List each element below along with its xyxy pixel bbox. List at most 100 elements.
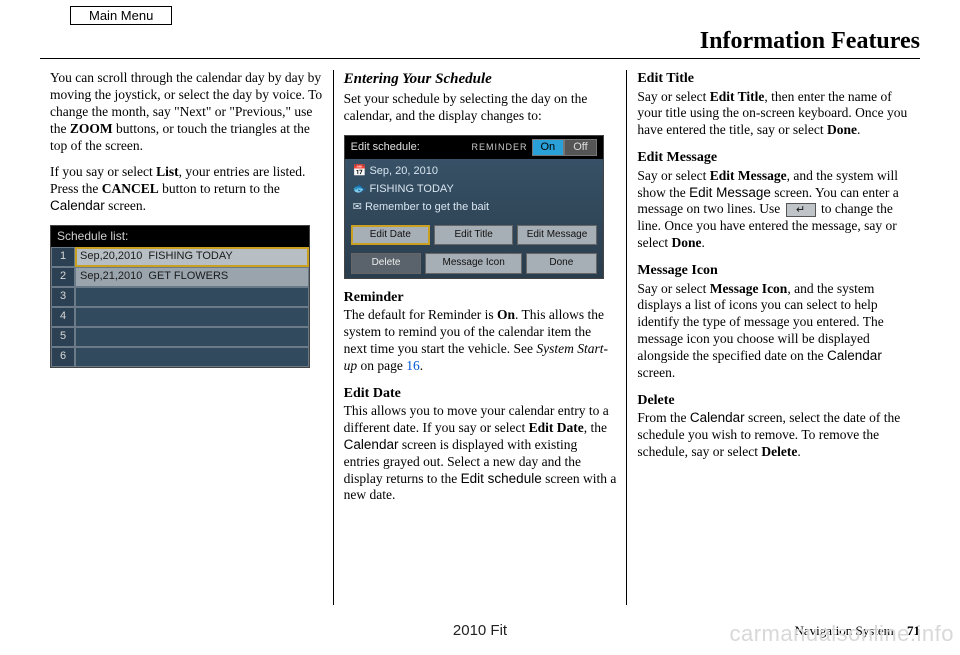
- row-num: 5: [51, 327, 75, 347]
- col2-intro: Set your schedule by selecting the day o…: [344, 91, 617, 125]
- text: on page: [357, 358, 406, 373]
- edit-date-para: This allows you to move your calendar en…: [344, 403, 617, 504]
- delete-para: From the Calendar screen, select the dat…: [637, 410, 910, 461]
- text: .: [701, 235, 704, 250]
- text-on: On: [497, 307, 515, 322]
- row-num: 2: [51, 267, 75, 287]
- delete-button: Delete: [351, 253, 422, 274]
- row-text: FISHING TODAY: [148, 250, 232, 264]
- title-rule: [40, 58, 920, 59]
- list-item: Sep,21,2010 GET FLOWERS: [75, 267, 309, 287]
- row-num: 4: [51, 307, 75, 327]
- text-calendar: Calendar: [690, 410, 745, 425]
- edit-button-row-2: Delete Message Icon Done: [345, 249, 603, 278]
- list-item: [75, 327, 309, 347]
- reminder-label: REMINDER: [471, 142, 527, 153]
- edit-message-para: Say or select Edit Message, and the syst…: [637, 168, 910, 252]
- reminder-toggle: REMINDER On Off: [471, 139, 596, 157]
- column-3: Edit Title Say or select Edit Title, the…: [626, 70, 920, 605]
- text-zoom: ZOOM: [70, 121, 113, 136]
- text: FISHING TODAY: [369, 183, 453, 195]
- text-done: Done: [671, 235, 701, 250]
- enter-key-icon: [786, 203, 816, 217]
- list-item: [75, 307, 309, 327]
- schedule-list-header: Schedule list:: [51, 226, 309, 247]
- text: .: [797, 444, 800, 459]
- message-icon-para: Say or select Message Icon, and the syst…: [637, 281, 910, 382]
- text: Remember to get the bait: [365, 201, 489, 213]
- main-menu-button[interactable]: Main Menu: [70, 6, 172, 25]
- text: From the: [637, 410, 690, 425]
- text: screen.: [637, 365, 675, 380]
- text: Sep, 20, 2010: [369, 165, 438, 177]
- sub-message-icon: Message Icon: [637, 262, 910, 280]
- footer-model: 2010 Fit: [453, 622, 507, 639]
- watermark: carmanualsonline.info: [729, 621, 954, 647]
- schedule-list-rows: Sep,20,2010 FISHING TODAY Sep,21,2010 GET …: [75, 247, 309, 367]
- reminder-para: The default for Reminder is On. This all…: [344, 307, 617, 375]
- edit-schedule-header: Edit schedule: REMINDER On Off: [345, 136, 603, 160]
- reminder-on: On: [532, 139, 565, 157]
- edit-button-row-1: Edit Date Edit Title Edit Message: [345, 221, 603, 250]
- schedule-list-screenshot: Schedule list: 1 2 3 4 5 6 Sep,20,2010 FI…: [50, 225, 310, 368]
- sub-delete: Delete: [637, 392, 910, 410]
- sub-edit-date: Edit Date: [344, 385, 617, 403]
- edit-title-para: Say or select Edit Title, then enter the…: [637, 89, 910, 140]
- reminder-off: Off: [564, 139, 596, 157]
- edit-message-button: Edit Message: [517, 225, 596, 246]
- text-list: List: [156, 164, 179, 179]
- text-message-icon: Message Icon: [710, 281, 788, 296]
- section-entering-schedule: Entering Your Schedule: [344, 70, 617, 89]
- row-text: GET FLOWERS: [148, 270, 228, 284]
- text: Say or select: [637, 89, 709, 104]
- sub-reminder: Reminder: [344, 289, 617, 307]
- text-edit-date: Edit Date: [529, 420, 584, 435]
- text: If you say or select: [50, 164, 156, 179]
- text: .: [420, 358, 423, 373]
- text-edit-title: Edit Title: [710, 89, 765, 104]
- text: .: [857, 122, 860, 137]
- text: screen.: [105, 198, 146, 213]
- edit-schedule-screenshot: Edit schedule: REMINDER On Off 📅 Sep, 20…: [344, 135, 604, 279]
- schedule-list-numbers: 1 2 3 4 5 6: [51, 247, 75, 367]
- text: , the: [584, 420, 607, 435]
- edit-schedule-title: Edit schedule:: [351, 141, 420, 155]
- content-columns: You can scroll through the calendar day …: [40, 70, 920, 605]
- sub-edit-message: Edit Message: [637, 149, 910, 167]
- text-edit-message-screen: Edit Message: [689, 185, 771, 200]
- text-calendar: Calendar: [344, 437, 399, 452]
- row-num: 3: [51, 287, 75, 307]
- col1-para2: If you say or select List, your entries …: [50, 164, 323, 215]
- list-item: [75, 347, 309, 367]
- list-item: [75, 287, 309, 307]
- page-link[interactable]: 16: [406, 358, 420, 373]
- edit-line: ✉ Remember to get the bait: [353, 199, 595, 217]
- text-calendar: Calendar: [50, 198, 105, 213]
- row-num: 1: [51, 247, 75, 267]
- text: Say or select: [637, 168, 709, 183]
- done-button: Done: [526, 253, 597, 274]
- edit-title-button: Edit Title: [434, 225, 513, 246]
- sub-edit-title: Edit Title: [637, 70, 910, 88]
- edit-date-button: Edit Date: [351, 225, 430, 246]
- schedule-list-body: 1 2 3 4 5 6 Sep,20,2010 FISHING TODAY Sep…: [51, 247, 309, 367]
- text-delete: Delete: [761, 444, 797, 459]
- list-item: Sep,20,2010 FISHING TODAY: [75, 247, 309, 267]
- edit-line: 🐟 FISHING TODAY: [353, 181, 595, 199]
- column-1: You can scroll through the calendar day …: [40, 70, 333, 605]
- col1-para1: You can scroll through the calendar day …: [50, 70, 323, 154]
- edit-schedule-lines: 📅 Sep, 20, 2010 🐟 FISHING TODAY ✉ Rememb…: [345, 159, 603, 220]
- column-2: Entering Your Schedule Set your schedule…: [333, 70, 627, 605]
- message-icon-button: Message Icon: [425, 253, 522, 274]
- row-date: Sep,21,2010: [80, 270, 142, 284]
- text: button to return to the: [159, 181, 280, 196]
- text: Say or select: [637, 281, 709, 296]
- text-edit-schedule: Edit schedule: [461, 471, 542, 486]
- text-done: Done: [827, 122, 857, 137]
- text-calendar: Calendar: [827, 348, 882, 363]
- text-edit-message: Edit Message: [710, 168, 787, 183]
- edit-line: 📅 Sep, 20, 2010: [353, 163, 595, 181]
- text: The default for Reminder is: [344, 307, 497, 322]
- row-num: 6: [51, 347, 75, 367]
- row-date: Sep,20,2010: [80, 250, 142, 264]
